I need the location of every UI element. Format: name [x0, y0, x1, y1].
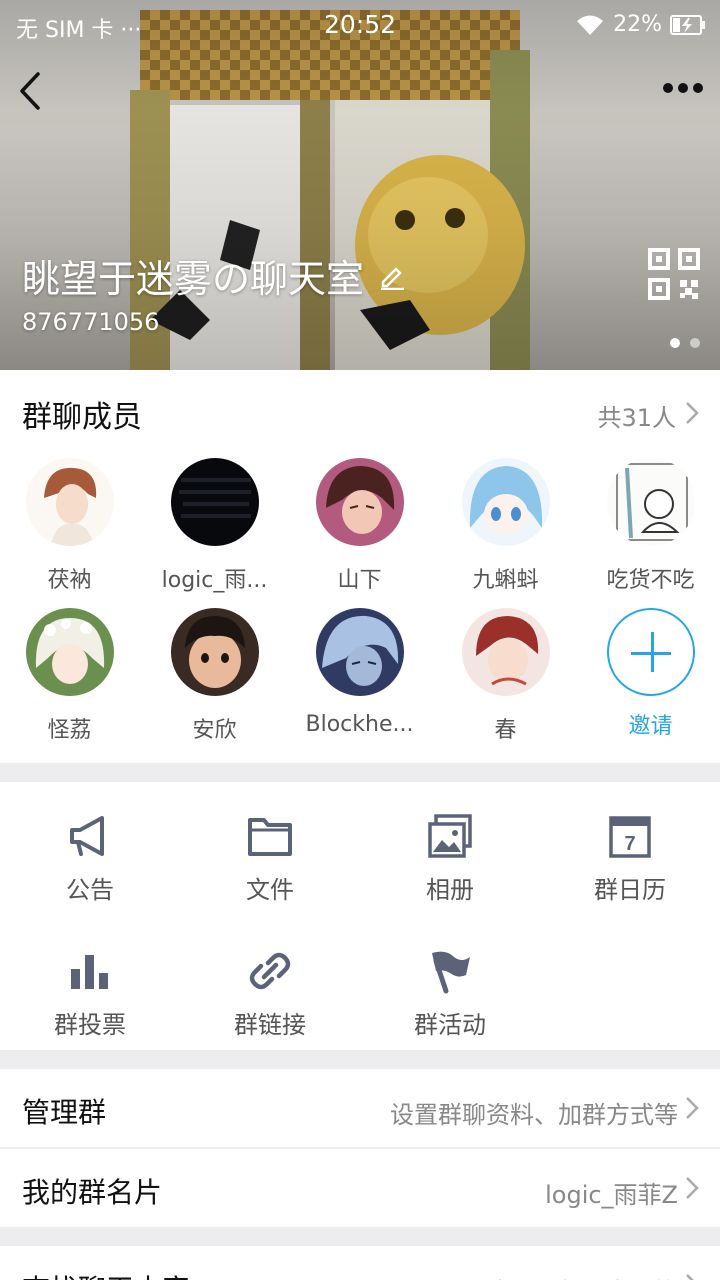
feature-vote[interactable]: 群投票	[0, 947, 180, 1040]
status-right: 22%	[575, 12, 706, 37]
status-bar: 无 SIM 卡 ··· 20:52 22%	[0, 0, 720, 52]
member-name: 安欣	[192, 718, 237, 743]
feature-announcement[interactable]: 公告	[0, 812, 180, 905]
member-item[interactable]: logic_雨...	[142, 458, 287, 594]
battery-charging-icon	[670, 14, 705, 35]
member-name: logic_雨...	[161, 568, 268, 593]
row-value: 设置群聊资料、加群方式等	[390, 1101, 678, 1129]
member-name: 山下	[337, 568, 382, 593]
features-section: 公告 文件 相册 7 群日历 群投票 群链接 群活动	[0, 782, 720, 1050]
group-header: 无 SIM 卡 ··· 20:52 22% 眺望于迷雾の聊天室 87677105…	[0, 0, 720, 370]
member-item[interactable]: Blockhe...	[287, 608, 432, 737]
feature-label: 公告	[66, 876, 114, 904]
calendar-day: 7	[624, 833, 635, 855]
row-label: 查找聊天内容	[22, 1268, 190, 1280]
folder-icon	[248, 818, 292, 856]
row-label: 我的群名片	[22, 1176, 163, 1209]
feature-label: 群活动	[414, 1011, 486, 1039]
avatar	[25, 458, 114, 546]
feature-files[interactable]: 文件	[180, 812, 360, 905]
bar-chart-icon	[71, 955, 108, 989]
row-value: 图片、视频、文件等	[462, 1272, 678, 1280]
group-card-row[interactable]: 我的群名片 logic_雨菲Z	[0, 1149, 720, 1227]
chevron-right-icon	[686, 1097, 699, 1119]
member-name: 春	[494, 718, 517, 743]
search-chat-row[interactable]: 查找聊天内容 图片、视频、文件等	[0, 1246, 720, 1280]
wifi-icon	[577, 15, 604, 35]
member-item[interactable]: 怪荔	[0, 608, 142, 744]
feature-label: 群投票	[54, 1011, 126, 1039]
link-icon	[249, 952, 291, 990]
members-title: 群聊成员	[22, 400, 142, 435]
row-label: 管理群	[22, 1096, 107, 1129]
avatar	[170, 608, 259, 696]
member-item[interactable]: 茯衲	[0, 458, 142, 594]
megaphone-icon	[70, 816, 104, 856]
members-section: 群聊成员 共31人 茯衲 logic_雨... 山下 九蝌蚪 吃货不吃 怪荔 安…	[0, 370, 720, 763]
member-name: Blockhe...	[305, 712, 414, 737]
feature-label: 文件	[246, 876, 294, 904]
member-name: 茯衲	[47, 568, 92, 593]
more-options-button[interactable]	[658, 70, 708, 106]
member-name: 九蝌蚪	[472, 568, 539, 593]
row-value: logic_雨菲Z	[545, 1181, 678, 1209]
feature-album[interactable]: 相册	[360, 812, 540, 905]
edit-icon[interactable]	[378, 262, 406, 290]
pager-dot-active	[670, 338, 680, 348]
manage-group-row[interactable]: 管理群 设置群聊资料、加群方式等	[0, 1069, 720, 1147]
avatar	[315, 458, 404, 546]
feature-calendar[interactable]: 7 群日历	[540, 812, 720, 905]
avatar	[461, 458, 550, 546]
battery-percent: 22%	[613, 12, 662, 37]
group-name-text: 眺望于迷雾の聊天室	[22, 257, 365, 301]
invite-button[interactable]: 邀请	[578, 608, 720, 740]
chevron-right-icon	[686, 402, 699, 424]
member-name: 吃货不吃	[606, 568, 695, 593]
avatar	[606, 458, 695, 546]
avatar	[170, 458, 259, 546]
group-name[interactable]: 眺望于迷雾の聊天室	[22, 248, 406, 303]
cover-pager	[670, 338, 700, 348]
avatar	[25, 608, 114, 696]
calendar-icon: 7	[609, 816, 651, 858]
feature-link[interactable]: 群链接	[180, 947, 360, 1040]
members-header[interactable]: 群聊成员 共31人	[0, 370, 720, 450]
avatar	[315, 608, 404, 696]
avatar	[461, 608, 550, 696]
feature-activity[interactable]: 群活动	[360, 947, 540, 1040]
invite-label: 邀请	[628, 714, 673, 739]
back-button[interactable]	[12, 68, 52, 114]
member-item[interactable]: 吃货不吃	[578, 458, 720, 594]
member-item[interactable]: 春	[433, 608, 578, 744]
member-item[interactable]: 安欣	[142, 608, 287, 744]
qr-code-icon[interactable]	[648, 248, 700, 300]
member-item[interactable]: 山下	[287, 458, 432, 594]
group-id: 876771056	[22, 308, 160, 336]
member-name: 怪荔	[47, 718, 92, 743]
flag-icon	[432, 951, 470, 994]
chevron-right-icon	[686, 1177, 699, 1199]
feature-label: 群链接	[234, 1011, 306, 1039]
member-item[interactable]: 九蝌蚪	[433, 458, 578, 594]
album-icon	[428, 814, 472, 858]
plus-icon	[606, 608, 695, 696]
members-count: 共31人	[597, 404, 676, 432]
feature-label: 群日历	[594, 876, 666, 904]
pager-dot	[690, 338, 700, 348]
feature-label: 相册	[426, 876, 474, 904]
chevron-right-icon	[686, 1274, 694, 1280]
